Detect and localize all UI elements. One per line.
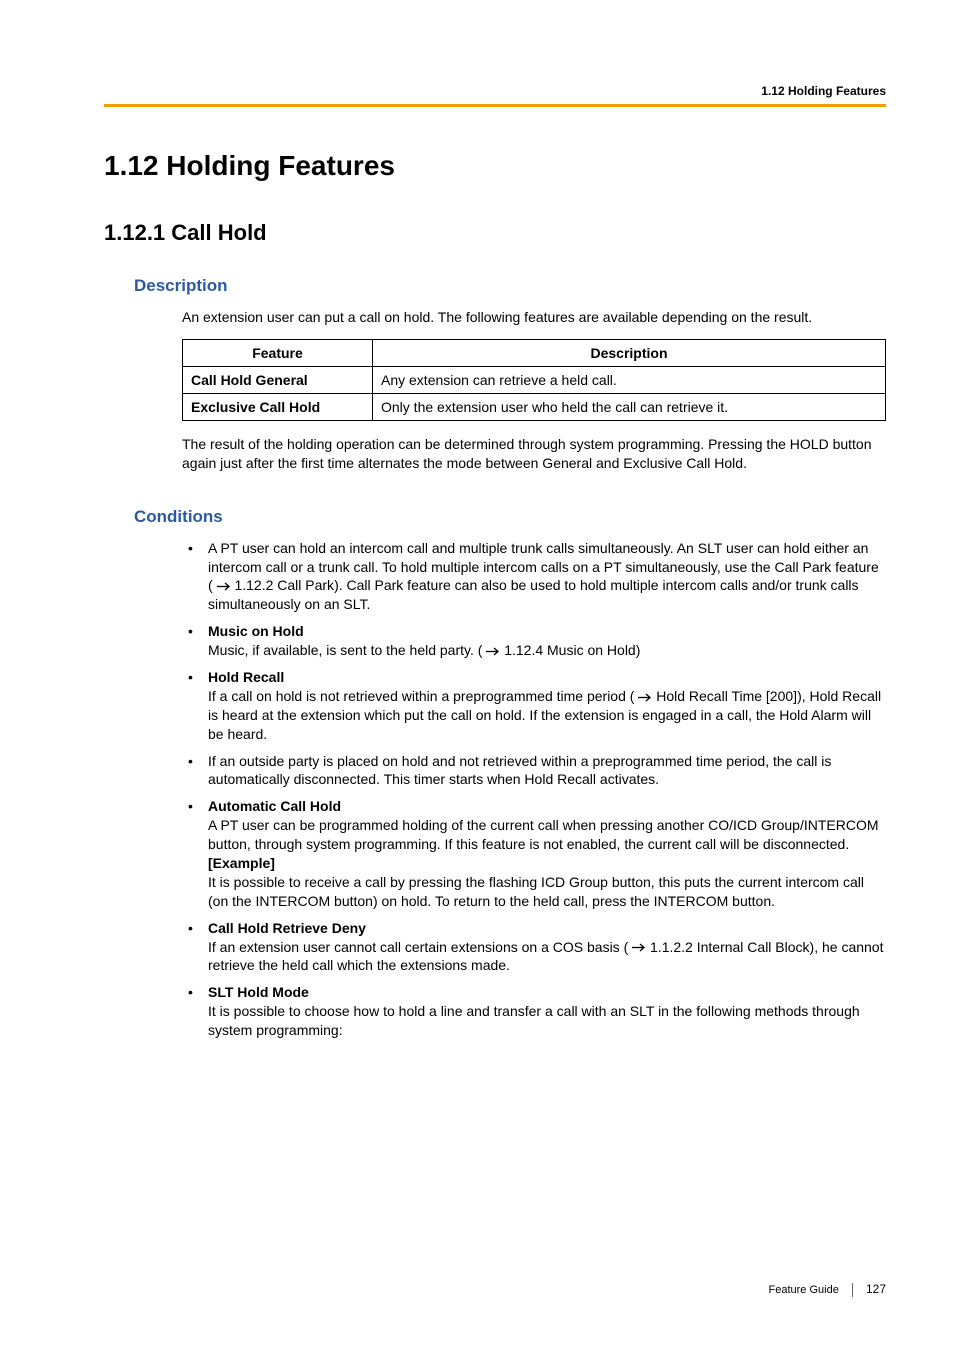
item-text-pre: If an extension user cannot call certain… — [208, 939, 628, 955]
feature-table: Feature Description Call Hold General An… — [182, 339, 886, 421]
item-ref: 1.12.4 Music on Hold — [504, 642, 636, 658]
cell-description: Any extension can retrieve a held call. — [373, 366, 886, 393]
example-label: [Example] — [208, 855, 275, 871]
item-ref: Hold Recall Time [200] — [656, 688, 797, 704]
arrow-icon — [632, 943, 646, 952]
page-number: 127 — [866, 1282, 886, 1296]
arrow-icon — [638, 693, 652, 702]
list-item: Music on Hold Music, if available, is se… — [182, 622, 886, 660]
cell-feature: Exclusive Call Hold — [183, 393, 373, 420]
description-intro: An extension user can put a call on hold… — [182, 308, 886, 327]
item-body: It is possible to choose how to hold a l… — [208, 1003, 860, 1038]
item-text-pre: If a call on hold is not retrieved withi… — [208, 688, 634, 704]
conditions-block: Conditions A PT user can hold an interco… — [104, 507, 886, 1040]
item-ref: 1.12.2 Call Park — [234, 577, 334, 593]
table-header-row: Feature Description — [183, 339, 886, 366]
cell-description: Only the extension user who held the cal… — [373, 393, 886, 420]
example-body: It is possible to receive a call by pres… — [208, 874, 864, 909]
item-title: Music on Hold — [208, 623, 304, 639]
section-title: 1.12 Holding Features — [104, 150, 886, 182]
list-item: Hold Recall If a call on hold is not ret… — [182, 668, 886, 744]
th-description: Description — [373, 339, 886, 366]
item-title: Hold Recall — [208, 669, 284, 685]
item-title: Call Hold Retrieve Deny — [208, 920, 366, 936]
description-heading: Description — [134, 276, 886, 296]
list-item: Automatic Call Hold A PT user can be pro… — [182, 797, 886, 910]
conditions-list: A PT user can hold an intercom call and … — [182, 539, 886, 1040]
list-item: SLT Hold Mode It is possible to choose h… — [182, 983, 886, 1040]
page-footer: Feature Guide 127 — [769, 1282, 886, 1297]
arrow-icon — [486, 647, 500, 656]
item-text-post: ) — [636, 642, 641, 658]
description-after-table: The result of the holding operation can … — [182, 435, 886, 473]
subsection-title: 1.12.1 Call Hold — [104, 220, 886, 246]
list-item: If an outside party is placed on hold an… — [182, 752, 886, 790]
table-row: Exclusive Call Hold Only the extension u… — [183, 393, 886, 420]
item-title: SLT Hold Mode — [208, 984, 309, 1000]
item-ref: 1.1.2.2 Internal Call Block — [650, 939, 810, 955]
th-feature: Feature — [183, 339, 373, 366]
arrow-icon — [217, 582, 231, 591]
header-rule — [104, 104, 886, 107]
footer-label: Feature Guide — [769, 1284, 839, 1296]
footer-divider — [852, 1283, 853, 1297]
item-body: A PT user can be programmed holding of t… — [208, 817, 879, 852]
item-text-pre: If an outside party is placed on hold an… — [208, 753, 831, 788]
running-header: 1.12 Holding Features — [761, 84, 886, 98]
list-item: Call Hold Retrieve Deny If an extension … — [182, 919, 886, 976]
cell-feature: Call Hold General — [183, 366, 373, 393]
item-text-pre: Music, if available, is sent to the held… — [208, 642, 482, 658]
table-row: Call Hold General Any extension can retr… — [183, 366, 886, 393]
item-title: Automatic Call Hold — [208, 798, 341, 814]
conditions-heading: Conditions — [134, 507, 886, 527]
list-item: A PT user can hold an intercom call and … — [182, 539, 886, 615]
